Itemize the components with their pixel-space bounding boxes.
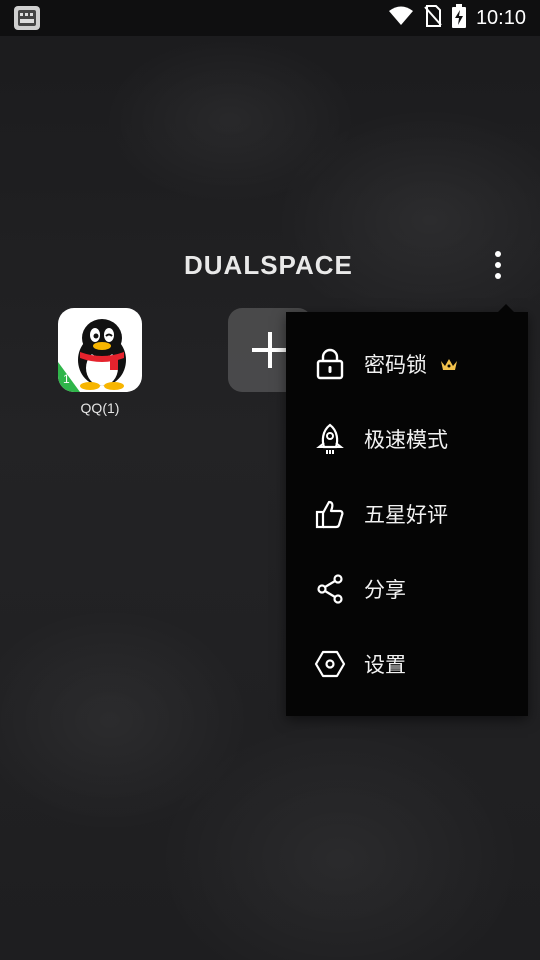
menu-item-speed-mode[interactable]: 极速模式 (286, 407, 528, 471)
no-sim-icon (424, 5, 442, 31)
more-dot-icon (495, 262, 501, 268)
share-icon (314, 573, 346, 605)
status-time: 10:10 (475, 6, 526, 29)
menu-label-speed-mode: 极速模式 (364, 428, 448, 452)
menu-label-five-star-review: 五星好评 (364, 503, 448, 527)
overflow-menu: 密码锁 极速模式 五星好评 分享 设置 (286, 304, 528, 716)
dualspace-logo: DUALSPACE (184, 250, 353, 280)
app-tile-qq[interactable]: 1 QQ(1) (58, 308, 142, 420)
thumbs-up-icon (314, 498, 346, 530)
menu-label-share: 分享 (364, 578, 406, 602)
menu-label-settings: 设置 (364, 653, 406, 677)
status-bar: 10:10 (0, 0, 540, 36)
lock-icon (314, 348, 346, 380)
notification-app-icon (14, 6, 40, 30)
app-label-qq: QQ(1) (80, 400, 120, 416)
battery-charging-icon (451, 4, 466, 32)
menu-item-five-star-review[interactable]: 五星好评 (286, 482, 528, 546)
qq-penguin-icon (58, 308, 142, 392)
wifi-icon (388, 6, 414, 30)
settings-hexagon-icon (314, 648, 346, 680)
more-options-button[interactable] (482, 244, 514, 286)
clone-badge: 1 (63, 372, 70, 386)
menu-item-share[interactable]: 分享 (286, 557, 528, 621)
crown-premium-icon (440, 357, 458, 371)
menu-label-password-lock: 密码锁 (364, 353, 427, 377)
more-dot-icon (495, 273, 501, 279)
menu-item-settings[interactable]: 设置 (286, 632, 528, 696)
menu-item-password-lock[interactable]: 密码锁 (286, 332, 528, 396)
plus-icon (252, 332, 288, 368)
rocket-icon (314, 423, 346, 455)
more-dot-icon (495, 251, 501, 257)
